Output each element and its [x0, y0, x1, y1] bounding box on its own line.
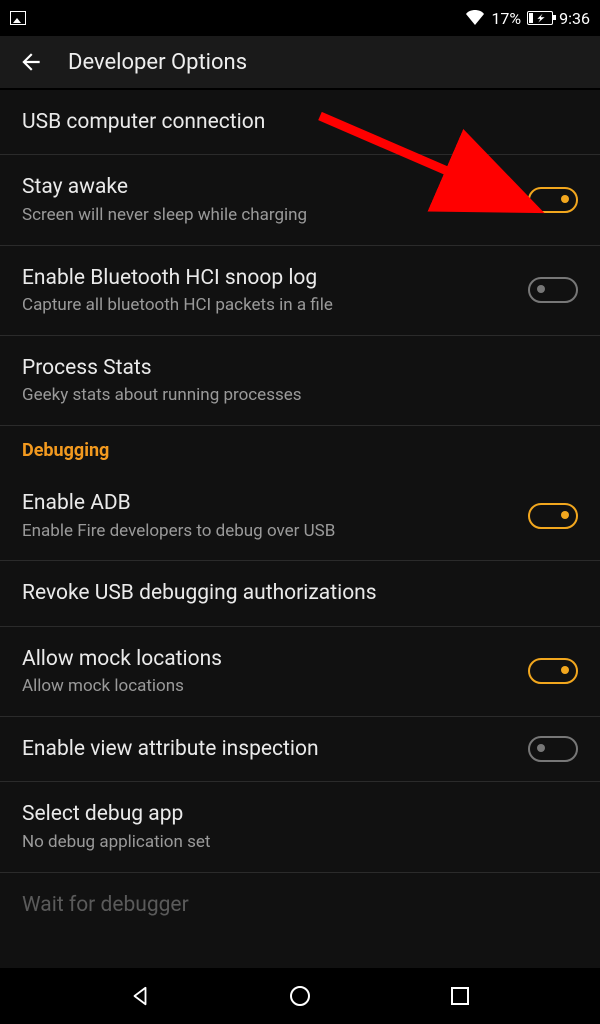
wifi-icon: [465, 10, 485, 26]
row-subtitle: Geeky stats about running processes: [22, 384, 578, 407]
row-process-stats[interactable]: Process Stats Geeky stats about running …: [0, 336, 600, 426]
system-nav-bar: [0, 968, 600, 1024]
row-select-debug-app[interactable]: Select debug app No debug application se…: [0, 782, 600, 872]
page-title: Developer Options: [68, 50, 247, 75]
row-title: Wait for debugger: [22, 891, 578, 919]
arrow-left-icon: [18, 49, 44, 75]
picture-notification-icon: [10, 11, 26, 25]
row-revoke-usb[interactable]: Revoke USB debugging authorizations: [0, 561, 600, 626]
toggle-mock-locations[interactable]: [528, 658, 578, 684]
triangle-back-icon: [129, 985, 151, 1007]
battery-bolt-icon: [529, 12, 553, 24]
toggle-enable-adb[interactable]: [528, 503, 578, 529]
battery-percent: 17%: [491, 9, 521, 28]
status-right: 17% 9:36: [465, 9, 590, 28]
row-title: Allow mock locations: [22, 645, 512, 673]
row-wait-debugger: Wait for debugger: [0, 873, 600, 923]
nav-back-button[interactable]: [120, 976, 160, 1016]
row-subtitle: Enable Fire developers to debug over USB: [22, 520, 512, 543]
settings-list[interactable]: USB computer connection Stay awake Scree…: [0, 90, 600, 968]
nav-recent-button[interactable]: [440, 976, 480, 1016]
row-title: Revoke USB debugging authorizations: [22, 579, 578, 607]
row-usb-computer-connection[interactable]: USB computer connection: [0, 90, 600, 155]
clock: 9:36: [559, 9, 590, 28]
circle-home-icon: [290, 986, 310, 1006]
row-view-attribute[interactable]: Enable view attribute inspection: [0, 717, 600, 782]
toggle-stay-awake[interactable]: [528, 187, 578, 213]
row-title: USB computer connection: [22, 108, 578, 136]
nav-home-button[interactable]: [280, 976, 320, 1016]
status-left: [10, 11, 26, 25]
row-subtitle: Screen will never sleep while charging: [22, 204, 512, 227]
row-title: Stay awake: [22, 173, 512, 201]
row-mock-locations[interactable]: Allow mock locations Allow mock location…: [0, 627, 600, 717]
row-subtitle: Allow mock locations: [22, 675, 512, 698]
square-recent-icon: [451, 987, 469, 1005]
section-header-debugging: Debugging: [0, 426, 600, 471]
row-title: Enable ADB: [22, 489, 512, 517]
status-bar: 17% 9:36: [0, 0, 600, 36]
toggle-hci-snoop[interactable]: [528, 277, 578, 303]
toggle-view-attribute[interactable]: [528, 736, 578, 762]
back-button[interactable]: [18, 49, 44, 75]
row-enable-adb[interactable]: Enable ADB Enable Fire developers to deb…: [0, 471, 600, 561]
row-title: Enable Bluetooth HCI snoop log: [22, 264, 512, 292]
row-title: Enable view attribute inspection: [22, 735, 512, 763]
row-hci-snoop[interactable]: Enable Bluetooth HCI snoop log Capture a…: [0, 246, 600, 336]
row-title: Process Stats: [22, 354, 578, 382]
row-stay-awake[interactable]: Stay awake Screen will never sleep while…: [0, 155, 600, 245]
battery-icon: [527, 11, 553, 25]
row-subtitle: Capture all bluetooth HCI packets in a f…: [22, 294, 512, 317]
row-title: Select debug app: [22, 800, 578, 828]
app-header: Developer Options: [0, 36, 600, 90]
row-subtitle: No debug application set: [22, 831, 578, 854]
